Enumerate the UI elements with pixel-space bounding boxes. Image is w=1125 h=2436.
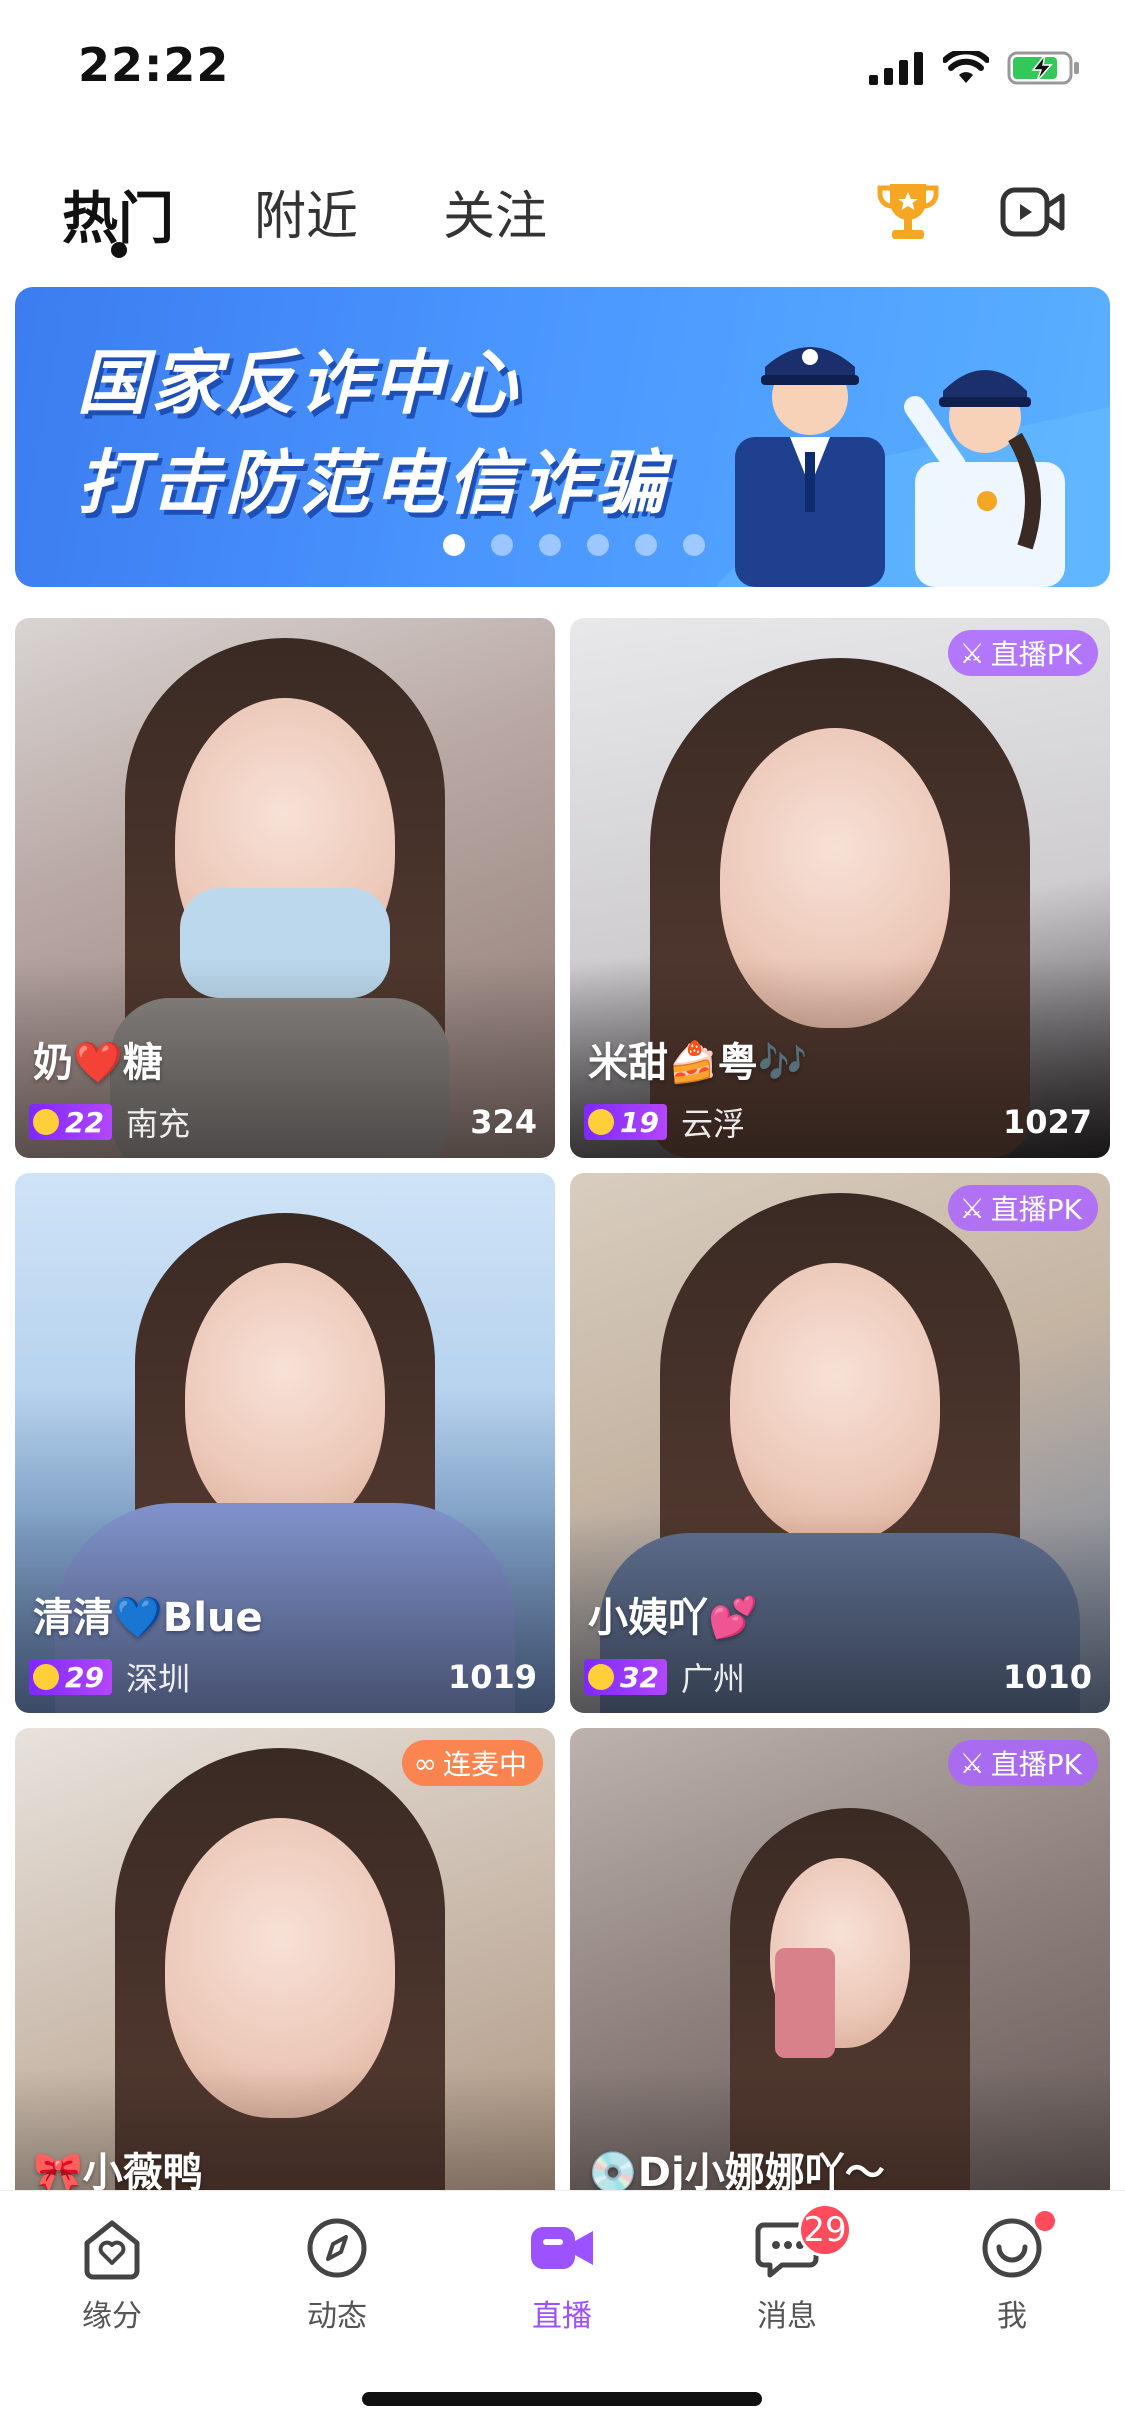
wifi-icon — [943, 51, 989, 83]
status-bar: 22:22 — [0, 0, 1125, 140]
nav-label: 缘分 — [82, 2299, 142, 2334]
viewer-count: 324 — [470, 1103, 537, 1141]
unread-badge: 29 — [798, 2203, 852, 2257]
tab-nearby[interactable]: 附近 — [254, 174, 358, 249]
infinity-icon: ∞ — [413, 1746, 437, 1780]
swords-icon: ⚔ — [959, 1746, 985, 1780]
live-room-card[interactable]: ∞ 连麦中 🎀小薇鸭 — [15, 1728, 555, 2268]
live-room-card[interactable]: 清清💙Blue 29 深圳 1019 — [15, 1173, 555, 1713]
nav-label: 消息 — [757, 2299, 817, 2334]
room-title: 清清💙Blue — [33, 1595, 263, 1641]
room-title: 小姨吖💕 — [588, 1595, 758, 1641]
co-host-badge: ∞ 连麦中 — [401, 1740, 543, 1786]
compass-icon — [307, 2218, 367, 2278]
nav-messages[interactable]: 29 消息 — [712, 2203, 862, 2335]
live-room-card[interactable]: ⚔ 直播PK 米甜🍰粤🎶 19 云浮 1027 — [570, 618, 1110, 1158]
video-camera-icon[interactable] — [1000, 182, 1066, 242]
nav-me[interactable]: 我 — [937, 2209, 1087, 2335]
room-title: 米甜🍰粤🎶 — [588, 1040, 808, 1086]
swords-icon: ⚔ — [959, 1191, 985, 1225]
banner-dot — [683, 534, 705, 556]
banner-dot — [635, 534, 657, 556]
banner-dot — [539, 534, 561, 556]
viewer-count: 1019 — [447, 1658, 537, 1696]
level-badge: 32 — [584, 1659, 667, 1695]
banner-dot — [491, 534, 513, 556]
room-meta: 32 广州 1010 — [584, 1657, 1092, 1698]
live-room-card[interactable]: 奶❤️糖 22 南充 324 — [15, 618, 555, 1158]
room-meta: 19 云浮 1027 — [584, 1102, 1092, 1143]
trophy-icon[interactable] — [876, 180, 940, 242]
room-meta: 29 深圳 1019 — [29, 1657, 537, 1698]
level-icon — [588, 1664, 614, 1690]
status-icons — [869, 48, 1081, 88]
live-room-card[interactable]: ⚔ 直播PK 💿Dj小娜娜吖～ — [570, 1728, 1110, 2268]
nav-label: 动态 — [307, 2299, 367, 2334]
pk-badge: ⚔ 直播PK — [947, 1740, 1098, 1786]
nav-fate[interactable]: 缘分 — [37, 2213, 187, 2335]
room-city: 南充 — [125, 1105, 190, 1143]
pk-badge: ⚔ 直播PK — [947, 1185, 1098, 1231]
viewer-count: 1010 — [1002, 1658, 1092, 1696]
phone-in-hand — [775, 1948, 835, 2058]
live-video-icon — [531, 2227, 593, 2269]
tab-following[interactable]: 关注 — [443, 174, 547, 249]
room-city: 广州 — [680, 1660, 745, 1698]
pk-badge: ⚔ 直播PK — [947, 630, 1098, 676]
level-icon — [33, 1109, 59, 1135]
nav-label: 我 — [997, 2299, 1027, 2334]
banner-dot — [587, 534, 609, 556]
swords-icon: ⚔ — [959, 636, 985, 670]
home-indicator — [362, 2392, 762, 2406]
room-meta: 22 南充 324 — [29, 1102, 537, 1143]
viewer-count: 1027 — [1002, 1103, 1092, 1141]
nav-live[interactable]: 直播 — [487, 2213, 637, 2335]
banner-police-illustration — [715, 347, 1110, 587]
nav-moments[interactable]: 动态 — [262, 2213, 412, 2335]
room-city: 深圳 — [125, 1660, 190, 1698]
active-tab-indicator — [111, 242, 127, 258]
anti-fraud-banner[interactable]: 国家反诈中心 打击防范电信诈骗 — [15, 287, 1110, 587]
room-city: 云浮 — [680, 1105, 745, 1143]
nav-label: 直播 — [532, 2299, 592, 2334]
top-tabs: 热门 附近 关注 — [0, 150, 1125, 270]
banner-dot-active — [443, 534, 465, 556]
room-title: 奶❤️糖 — [33, 1040, 163, 1086]
heart-home-icon — [84, 2220, 140, 2280]
notification-dot — [1033, 2209, 1057, 2233]
level-icon — [588, 1109, 614, 1135]
banner-headline: 国家反诈中心 — [77, 342, 521, 424]
live-room-card[interactable]: ⚔ 直播PK 小姨吖💕 32 广州 1010 — [570, 1173, 1110, 1713]
status-time: 22:22 — [78, 38, 230, 92]
level-badge: 29 — [29, 1659, 112, 1695]
cellular-signal-icon — [869, 52, 923, 85]
level-badge: 22 — [29, 1104, 112, 1140]
level-badge: 19 — [584, 1104, 667, 1140]
banner-subheadline: 打击防范电信诈骗 — [77, 442, 669, 524]
level-icon — [33, 1664, 59, 1690]
banner-pagination — [443, 534, 705, 556]
battery-charging-icon — [1007, 51, 1079, 85]
